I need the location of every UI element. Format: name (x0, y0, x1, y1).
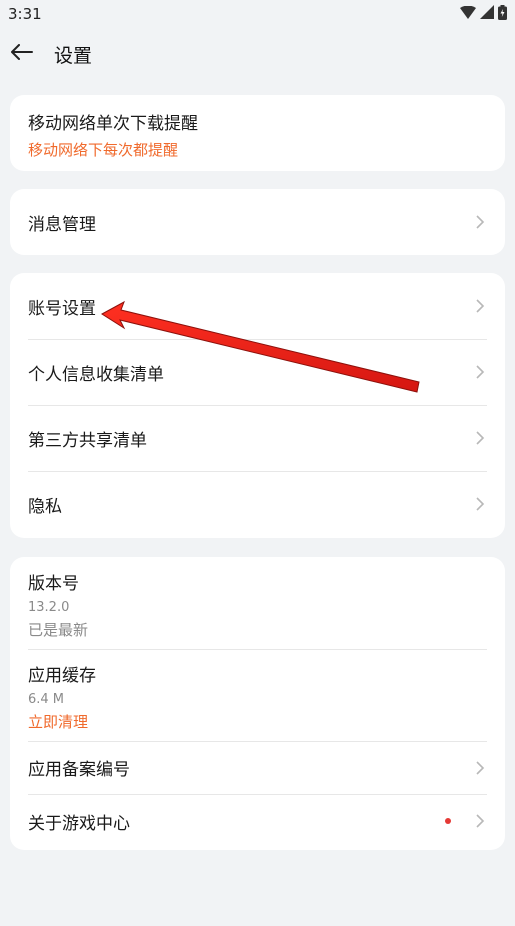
privacy-item[interactable]: 隐私 (10, 471, 505, 537)
filing-number-label: 应用备案编号 (28, 760, 130, 780)
download-reminder-card[interactable]: 移动网络单次下载提醒 移动网络下每次都提醒 (10, 95, 505, 171)
privacy-label: 隐私 (28, 496, 62, 517)
cache-size: 6.4 M (28, 692, 65, 707)
chevron-right-icon (473, 299, 487, 313)
signal-icon (480, 5, 494, 23)
chevron-right-icon (473, 431, 487, 445)
cache-label: 应用缓存 (28, 666, 96, 686)
about-game-center-item[interactable]: 关于游戏中心 (10, 794, 505, 848)
account-settings-item[interactable]: 账号设置 (10, 273, 505, 339)
chevron-right-icon (473, 760, 487, 775)
cache-item: 应用缓存 6.4 M 立即清理 (10, 649, 505, 741)
chevron-right-icon (473, 814, 487, 828)
account-privacy-card: 账号设置 个人信息收集清单 第三方共享清单 隐私 (10, 273, 505, 538)
download-reminder-setting[interactable]: 移动网络单次下载提醒 移动网络下每次都提醒 (10, 95, 505, 160)
new-badge-dot (445, 818, 451, 824)
battery-icon (498, 4, 507, 24)
wifi-icon (460, 5, 476, 23)
status-bar: 3:31 (0, 0, 515, 28)
status-time: 3:31 (8, 5, 42, 23)
message-management-item[interactable]: 消息管理 (10, 189, 505, 255)
back-arrow-icon (11, 44, 33, 64)
third-party-sharing-item[interactable]: 第三方共享清单 (10, 405, 505, 471)
account-settings-label: 账号设置 (28, 298, 96, 319)
status-icons (460, 4, 507, 24)
about-card: 版本号 13.2.0 已是最新 应用缓存 6.4 M 立即清理 应用备案编号 关… (10, 557, 505, 850)
chevron-right-icon (473, 365, 487, 379)
back-button[interactable] (0, 28, 48, 80)
version-label: 版本号 (28, 574, 79, 594)
filing-number-item[interactable]: 应用备案编号 (10, 741, 505, 794)
about-game-center-label: 关于游戏中心 (28, 813, 130, 834)
version-status: 已是最新 (28, 621, 89, 639)
version-value: 13.2.0 (28, 600, 70, 615)
download-reminder-value: 移动网络下每次都提醒 (28, 141, 179, 159)
clear-cache-button[interactable]: 立即清理 (28, 711, 96, 732)
chevron-right-icon (473, 215, 487, 229)
app-bar: 设置 (0, 28, 515, 80)
page-title: 设置 (54, 44, 93, 67)
message-management-label: 消息管理 (28, 214, 96, 235)
personal-info-list-item[interactable]: 个人信息收集清单 (10, 339, 505, 405)
third-party-sharing-label: 第三方共享清单 (28, 430, 147, 451)
download-reminder-title: 移动网络单次下载提醒 (28, 114, 198, 134)
version-item: 版本号 13.2.0 已是最新 (10, 557, 505, 649)
personal-info-list-label: 个人信息收集清单 (28, 364, 164, 385)
chevron-right-icon (473, 497, 487, 511)
message-card: 消息管理 (10, 189, 505, 255)
